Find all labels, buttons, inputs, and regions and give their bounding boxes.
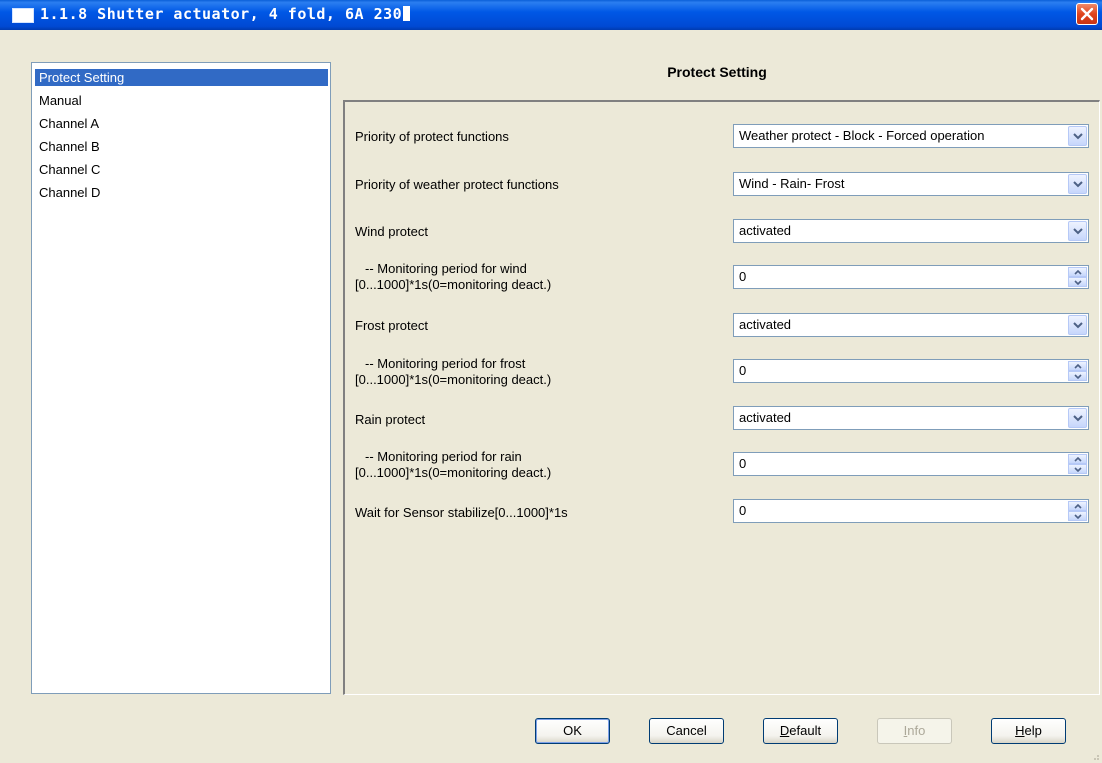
arrow-down-icon <box>1074 280 1082 285</box>
arrow-down-icon <box>1074 467 1082 472</box>
spin-down-button[interactable] <box>1068 371 1087 381</box>
wind-monitoring-input[interactable]: 0 <box>733 265 1089 289</box>
frost-monitoring-label: -- Monitoring period for frost [0...1000… <box>355 356 551 388</box>
parameter-page-list[interactable]: Protect Setting Manual Channel A Channel… <box>31 62 331 694</box>
arrow-up-icon <box>1074 504 1082 509</box>
sensor-stabilize-input[interactable]: 0 <box>733 499 1089 523</box>
spin-down-button[interactable] <box>1068 277 1087 287</box>
spin-up-button[interactable] <box>1068 501 1087 511</box>
rain-protect-select[interactable]: activated <box>733 406 1089 430</box>
arrow-up-icon <box>1074 457 1082 462</box>
arrow-up-icon <box>1074 364 1082 369</box>
nav-item-channel-b[interactable]: Channel B <box>35 138 328 155</box>
frost-monitoring-label-line2: [0...1000]*1s(0=monitoring deact.) <box>355 372 552 387</box>
arrow-down-icon <box>1074 514 1082 519</box>
close-button[interactable] <box>1076 3 1098 25</box>
dropdown-button[interactable] <box>1068 174 1087 194</box>
arrow-up-icon <box>1074 270 1082 275</box>
wind-monitoring-label: -- Monitoring period for wind [0...1000]… <box>355 261 551 293</box>
rain-protect-label: Rain protect <box>355 412 426 427</box>
rain-monitoring-label-line1: -- Monitoring period for rain <box>365 449 522 464</box>
nav-item-channel-d[interactable]: Channel D <box>35 184 328 201</box>
frost-protect-value: activated <box>739 317 792 332</box>
wind-monitoring-label-line1: -- Monitoring period for wind <box>365 261 527 276</box>
nav-item-manual[interactable]: Manual <box>35 92 328 109</box>
wind-protect-label: Wind protect <box>355 224 428 239</box>
dropdown-button[interactable] <box>1068 221 1087 241</box>
default-button-mnemonic: D <box>779 723 790 738</box>
sensor-stabilize-label: Wait for Sensor stabilize[0...1000]*1s <box>355 505 568 520</box>
cancel-button[interactable]: Cancel <box>649 718 724 744</box>
spin-up-button[interactable] <box>1068 267 1087 277</box>
frost-monitoring-label-line1: -- Monitoring period for frost <box>365 356 526 371</box>
help-button[interactable]: Help <box>991 718 1066 744</box>
priority-weather-label: Priority of weather protect functions <box>355 177 559 192</box>
rain-monitoring-label: -- Monitoring period for rain [0...1000]… <box>355 449 551 481</box>
rain-protect-value: activated <box>739 410 792 425</box>
chevron-down-icon <box>1073 133 1083 140</box>
ok-button[interactable]: OK <box>535 718 610 744</box>
help-button-mnemonic: H <box>1015 723 1025 738</box>
priority-protect-select[interactable]: Weather protect - Block - Forced operati… <box>733 124 1089 148</box>
resize-grip-icon[interactable] <box>1090 751 1100 761</box>
spin-down-button[interactable] <box>1068 511 1087 521</box>
wind-monitoring-value: 0 <box>739 269 747 284</box>
priority-weather-value: Wind - Rain- Frost <box>739 176 845 191</box>
rain-monitoring-input[interactable]: 0 <box>733 452 1089 476</box>
spin-down-button[interactable] <box>1068 464 1087 474</box>
window-title: 1.1.8 Shutter actuator, 4 fold, 6A 230 <box>40 5 411 23</box>
frost-protect-select[interactable]: activated <box>733 313 1089 337</box>
dropdown-button[interactable] <box>1068 408 1087 428</box>
wind-protect-select[interactable]: activated <box>733 219 1089 243</box>
spin-up-button[interactable] <box>1068 454 1087 464</box>
rain-monitoring-label-line2: [0...1000]*1s(0=monitoring deact.) <box>355 465 552 480</box>
priority-weather-select[interactable]: Wind - Rain- Frost <box>733 172 1089 196</box>
chevron-down-icon <box>1073 415 1083 422</box>
window-icon <box>12 8 34 23</box>
info-button: Info <box>877 718 952 744</box>
title-bar[interactable]: 1.1.8 Shutter actuator, 4 fold, 6A 230 <box>0 0 1102 30</box>
dropdown-button[interactable] <box>1068 315 1087 335</box>
close-icon <box>1080 7 1094 21</box>
info-button-label: nfo <box>907 723 926 738</box>
dropdown-button[interactable] <box>1068 126 1087 146</box>
default-button-label: efault <box>789 723 822 738</box>
chevron-down-icon <box>1073 322 1083 329</box>
help-button-label: elp <box>1024 723 1042 738</box>
chevron-down-icon <box>1073 228 1083 235</box>
nav-item-protect-setting[interactable]: Protect Setting <box>35 69 328 86</box>
nav-item-channel-c[interactable]: Channel C <box>35 161 328 178</box>
frost-protect-label: Frost protect <box>355 318 428 333</box>
frost-monitoring-input[interactable]: 0 <box>733 359 1089 383</box>
wind-monitoring-label-line2: [0...1000]*1s(0=monitoring deact.) <box>355 277 552 292</box>
chevron-down-icon <box>1073 181 1083 188</box>
nav-item-channel-a[interactable]: Channel A <box>35 115 328 132</box>
arrow-down-icon <box>1074 374 1082 379</box>
priority-protect-label: Priority of protect functions <box>355 129 509 144</box>
default-button[interactable]: Default <box>763 718 838 744</box>
spin-up-button[interactable] <box>1068 361 1087 371</box>
page-title: Protect Setting <box>667 64 767 80</box>
priority-protect-value: Weather protect - Block - Forced operati… <box>739 128 985 143</box>
frost-monitoring-value: 0 <box>739 363 747 378</box>
wind-protect-value: activated <box>739 223 792 238</box>
sensor-stabilize-value: 0 <box>739 503 747 518</box>
rain-monitoring-value: 0 <box>739 456 747 471</box>
